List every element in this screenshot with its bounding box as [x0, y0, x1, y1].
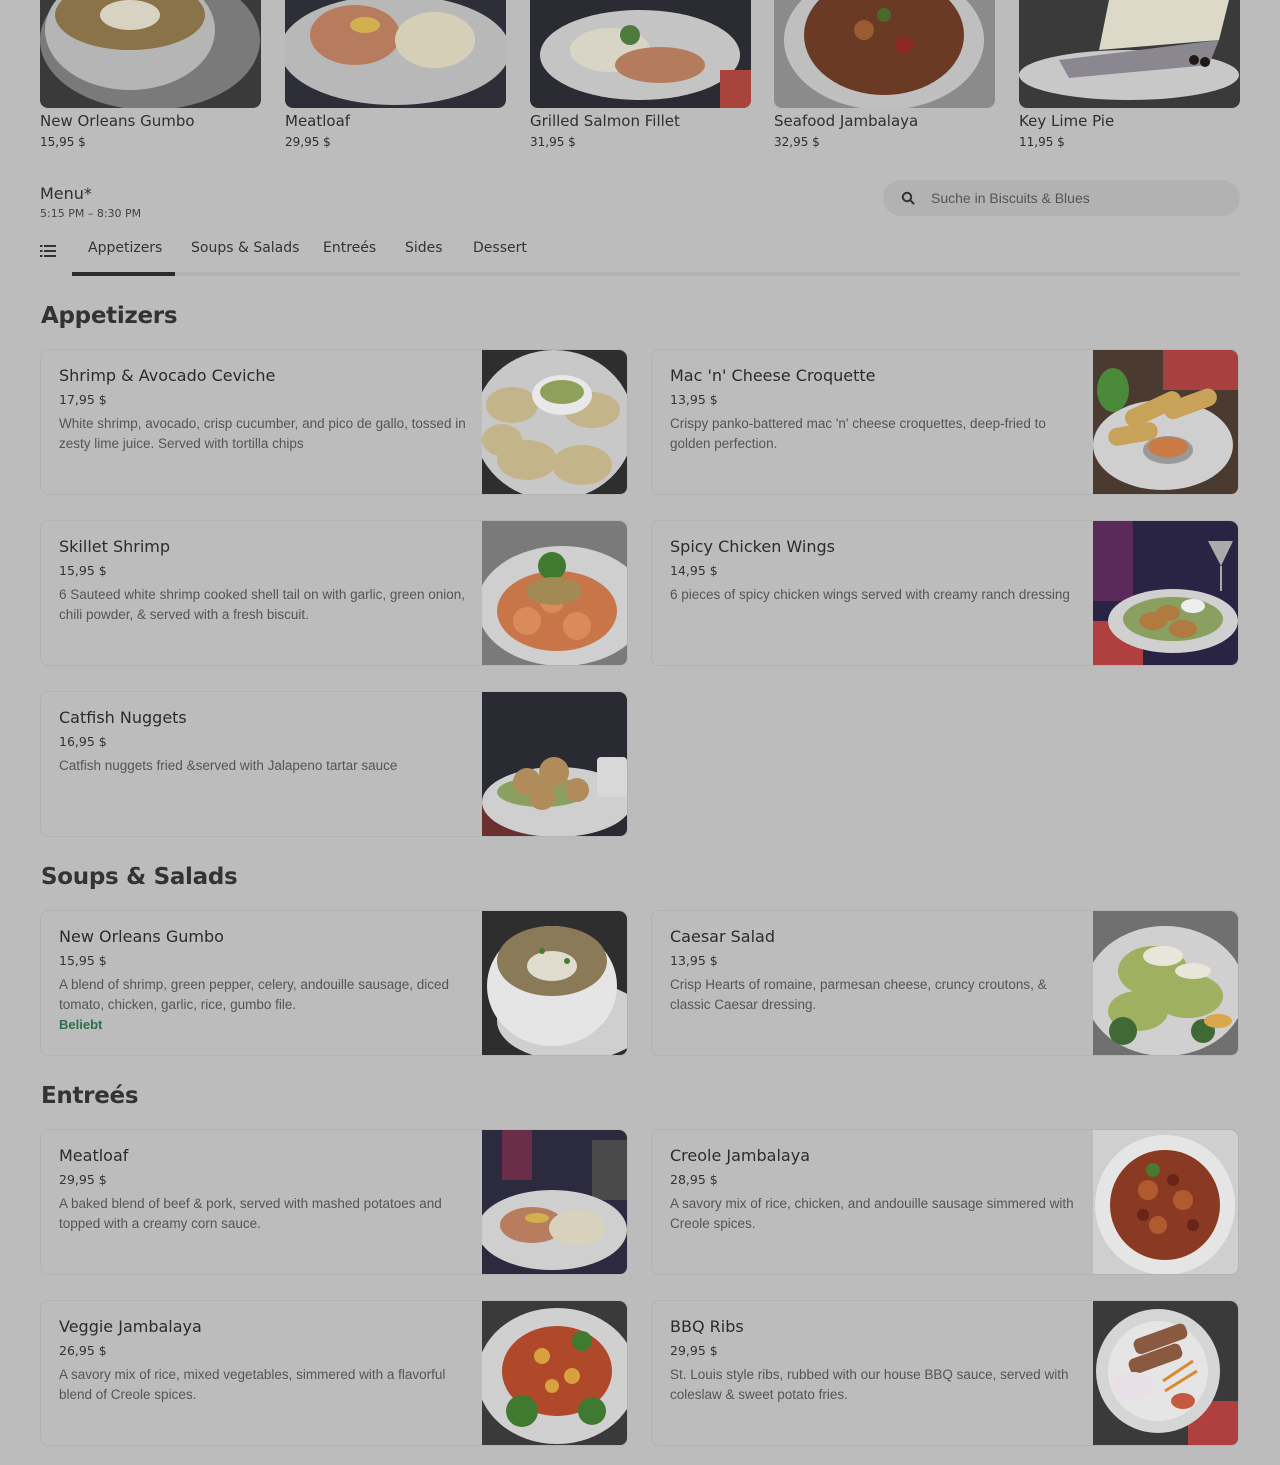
- item-price: 28,95 $: [670, 1172, 718, 1187]
- item-price: 15,95 $: [59, 953, 107, 968]
- item-image-skillet-shrimp: [482, 521, 627, 665]
- featured-price: 29,95 $: [285, 135, 331, 149]
- featured-name: Key Lime Pie: [1019, 112, 1115, 130]
- featured-carousel: New Orleans Gumbo 15,95 $ Meatloaf 29,95…: [40, 0, 1240, 160]
- item-description: St. Louis style ribs, rubbed with our ho…: [670, 1367, 1069, 1402]
- item-price: 13,95 $: [670, 953, 718, 968]
- menu-item-card[interactable]: Skillet Shrimp 15,95 $ 6 Sauteed white s…: [40, 520, 628, 666]
- featured-name: Seafood Jambalaya: [774, 112, 919, 130]
- section-title-appetizers: Appetizers: [41, 303, 178, 329]
- menu-item-card[interactable]: Meatloaf 29,95 $ A baked blend of beef &…: [40, 1129, 628, 1275]
- menu-item-card[interactable]: Caesar Salad 13,95 $ Crisp Hearts of rom…: [651, 910, 1239, 1056]
- tab-sides[interactable]: Sides: [405, 240, 443, 276]
- item-name: Meatloaf: [59, 1146, 129, 1165]
- item-name: BBQ Ribs: [670, 1317, 744, 1336]
- featured-item[interactable]: Meatloaf 29,95 $: [285, 0, 506, 150]
- item-description: White shrimp, avocado, crisp cucumber, a…: [59, 416, 466, 451]
- item-price: 14,95 $: [670, 563, 718, 578]
- item-price: 17,95 $: [59, 392, 107, 407]
- item-price: 26,95 $: [59, 1343, 107, 1358]
- tab-entrees[interactable]: Entreés: [323, 240, 376, 276]
- item-name: Skillet Shrimp: [59, 537, 171, 556]
- item-description: A savory mix of rice, chicken, and andou…: [670, 1196, 1074, 1231]
- menu-item-card[interactable]: Spicy Chicken Wings 14,95 $ 6 pieces of …: [651, 520, 1239, 666]
- item-image-ceviche: [482, 350, 627, 494]
- item-description: 6 Sauteed white shrimp cooked shell tail…: [59, 587, 465, 622]
- featured-image-gumbo: [40, 0, 261, 108]
- featured-price: 32,95 $: [774, 135, 820, 149]
- item-price: 15,95 $: [59, 563, 107, 578]
- item-name: New Orleans Gumbo: [59, 927, 224, 946]
- featured-item[interactable]: Seafood Jambalaya 32,95 $: [774, 0, 995, 150]
- item-image-meatloaf: [482, 1130, 627, 1274]
- item-name: Mac 'n' Cheese Croquette: [670, 366, 876, 385]
- category-tabs: Appetizers Soups & Salads Entreés Sides …: [40, 236, 1240, 278]
- item-description: Crisp Hearts of romaine, parmesan cheese…: [670, 977, 1047, 1012]
- menu-item-card[interactable]: Mac 'n' Cheese Croquette 13,95 $ Crispy …: [651, 349, 1239, 495]
- featured-price: 31,95 $: [530, 135, 576, 149]
- item-description: A baked blend of beef & pork, served wit…: [59, 1196, 442, 1231]
- featured-name: New Orleans Gumbo: [40, 112, 195, 130]
- search-input[interactable]: [931, 180, 1221, 216]
- item-image-gumbo: [482, 911, 627, 1055]
- menu-hours: 5:15 PM – 8:30 PM: [40, 207, 142, 220]
- list-icon[interactable]: [40, 244, 56, 258]
- tab-soups-salads[interactable]: Soups & Salads: [191, 240, 299, 276]
- search-bar[interactable]: [883, 180, 1240, 216]
- item-image-creole-jambalaya: [1093, 1130, 1238, 1274]
- item-description: Crispy panko-battered mac 'n' cheese cro…: [670, 416, 1046, 451]
- item-image-veggie-jambalaya: [482, 1301, 627, 1445]
- menu-item-card[interactable]: BBQ Ribs 29,95 $ St. Louis style ribs, r…: [651, 1300, 1239, 1446]
- featured-item[interactable]: Key Lime Pie 11,95 $: [1019, 0, 1240, 150]
- item-name: Catfish Nuggets: [59, 708, 187, 727]
- featured-item[interactable]: Grilled Salmon Fillet 31,95 $: [530, 0, 751, 150]
- menu-item-card[interactable]: New Orleans Gumbo 15,95 $ A blend of shr…: [40, 910, 628, 1056]
- item-name: Caesar Salad: [670, 927, 775, 946]
- featured-price: 11,95 $: [1019, 135, 1065, 149]
- item-price: 13,95 $: [670, 392, 718, 407]
- item-description: A savory mix of rice, mixed vegetables, …: [59, 1367, 446, 1402]
- item-name: Spicy Chicken Wings: [670, 537, 835, 556]
- section-title-soups-salads: Soups & Salads: [41, 864, 238, 890]
- featured-name: Meatloaf: [285, 112, 351, 130]
- search-icon: [901, 191, 915, 205]
- item-image-bbq-ribs: [1093, 1301, 1238, 1445]
- menu-title: Menu*: [40, 184, 92, 203]
- item-image-croquette: [1093, 350, 1238, 494]
- tab-appetizers[interactable]: Appetizers: [72, 240, 175, 276]
- menu-item-card[interactable]: Shrimp & Avocado Ceviche 17,95 $ White s…: [40, 349, 628, 495]
- item-name: Veggie Jambalaya: [59, 1317, 202, 1336]
- item-description: 6 pieces of spicy chicken wings served w…: [670, 587, 1070, 602]
- featured-name: Grilled Salmon Fillet: [530, 112, 680, 130]
- featured-price: 15,95 $: [40, 135, 86, 149]
- featured-image-jambalaya: [774, 0, 995, 108]
- item-price: 29,95 $: [59, 1172, 107, 1187]
- item-price: 29,95 $: [670, 1343, 718, 1358]
- featured-image-key-lime-pie: [1019, 0, 1240, 108]
- item-image-chicken-wings: [1093, 521, 1238, 665]
- item-image-caesar-salad: [1093, 911, 1238, 1055]
- item-description: Catfish nuggets fried &served with Jalap…: [59, 758, 398, 773]
- item-description: A blend of shrimp, green pepper, celery,…: [59, 977, 450, 1012]
- item-name: Shrimp & Avocado Ceviche: [59, 366, 276, 385]
- featured-image-salmon: [530, 0, 751, 108]
- item-image-catfish: [482, 692, 627, 836]
- menu-item-card[interactable]: Creole Jambalaya 28,95 $ A savory mix of…: [651, 1129, 1239, 1275]
- menu-item-card[interactable]: Veggie Jambalaya 26,95 $ A savory mix of…: [40, 1300, 628, 1446]
- featured-item[interactable]: New Orleans Gumbo 15,95 $: [40, 0, 261, 150]
- menu-item-card[interactable]: Catfish Nuggets 16,95 $ Catfish nuggets …: [40, 691, 628, 837]
- popular-badge: Beliebt: [59, 1017, 103, 1032]
- item-price: 16,95 $: [59, 734, 107, 749]
- tab-dessert[interactable]: Dessert: [473, 240, 527, 276]
- section-title-entrees: Entreés: [41, 1083, 139, 1109]
- item-name: Creole Jambalaya: [670, 1146, 810, 1165]
- featured-image-meatloaf: [285, 0, 506, 108]
